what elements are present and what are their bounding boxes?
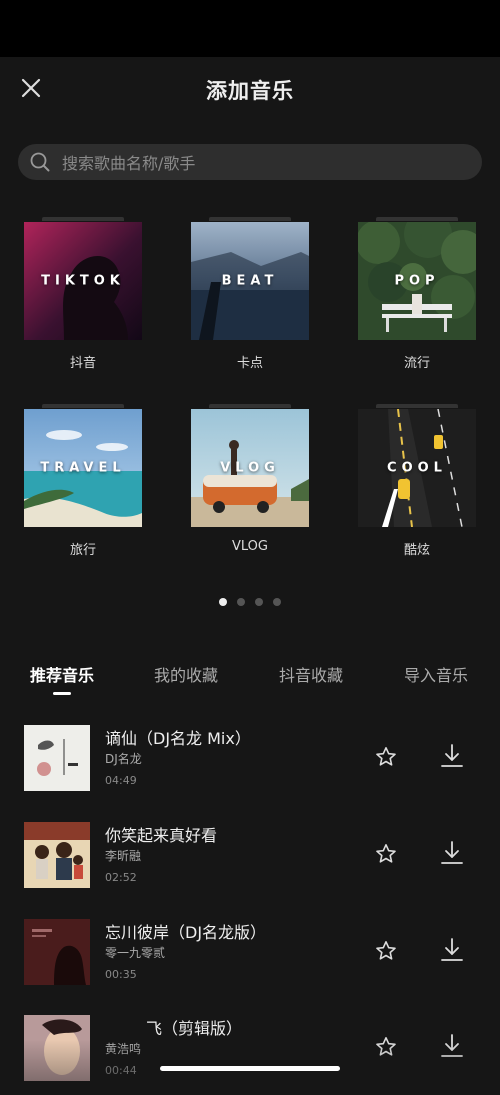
- category-vlog[interactable]: VLOG VLOG: [191, 404, 309, 554]
- song-cover: [24, 1015, 90, 1081]
- category-label: 流行: [403, 356, 430, 371]
- song-title: 你笑起来真好看: [105, 826, 218, 845]
- category-pop[interactable]: POP 流行: [358, 217, 476, 371]
- tab-import-music[interactable]: 导入音乐: [404, 662, 468, 686]
- song-title: 谪仙（DJ名龙 Mix）: [105, 729, 251, 748]
- favorite-button[interactable]: [374, 939, 398, 967]
- song-artist: 零一九零贰: [105, 946, 166, 960]
- category-overlay-text: POP: [394, 273, 440, 289]
- category-label: 酷炫: [403, 543, 430, 558]
- category-cover: TRAVEL: [24, 409, 142, 527]
- song-duration: 00:35: [105, 968, 137, 981]
- search-bar[interactable]: [18, 144, 482, 182]
- song-cover: [24, 725, 90, 791]
- song-artist: 黄浩鸣: [105, 1042, 142, 1056]
- tab-recommended[interactable]: 推荐音乐: [30, 662, 94, 686]
- favorite-button[interactable]: [374, 1035, 398, 1063]
- category-cool[interactable]: COOL 酷炫: [358, 404, 476, 558]
- search-input[interactable]: [60, 144, 464, 182]
- pagination-dot-2[interactable]: [237, 598, 245, 606]
- song-title: 飞（剪辑版）: [146, 1019, 243, 1038]
- category-overlay-text: VLOG: [220, 460, 280, 476]
- song-artist: DJ名龙: [105, 752, 142, 766]
- star-icon: [376, 1037, 396, 1056]
- song-duration: 04:49: [105, 774, 137, 787]
- category-label: 卡点: [236, 356, 263, 371]
- category-overlay-text: TIKTOK: [41, 273, 125, 289]
- star-icon: [376, 941, 396, 960]
- category-travel[interactable]: TRAVEL 旅行: [24, 404, 142, 558]
- song-row[interactable]: 谪仙（DJ名龙 Mix） DJ名龙 04:49: [0, 725, 500, 805]
- category-label: 抖音: [69, 356, 96, 371]
- song-cover: [24, 822, 90, 888]
- category-cover: TIKTOK: [24, 222, 142, 340]
- header: 添加音乐: [0, 57, 500, 121]
- status-bar: [0, 0, 500, 57]
- tab-douyin-favorites[interactable]: 抖音收藏: [279, 662, 343, 686]
- song-title: 忘川彼岸（DJ名龙版）: [105, 923, 267, 942]
- favorite-button[interactable]: [374, 842, 398, 870]
- song-duration: 02:52: [105, 871, 137, 884]
- category-cover: BEAT: [191, 222, 309, 340]
- tab-my-favorites[interactable]: 我的收藏: [154, 662, 218, 686]
- download-icon: [441, 938, 463, 961]
- song-row[interactable]: 忘川彼岸（DJ名龙版） 零一九零贰 00:35: [0, 919, 500, 999]
- stack-edge: [376, 404, 458, 408]
- download-button[interactable]: [440, 840, 464, 870]
- stack-edge: [209, 217, 291, 221]
- song-artist: 李昕融: [105, 849, 142, 863]
- category-overlay-text: COOL: [387, 460, 447, 476]
- music-tabs: 推荐音乐 我的收藏 抖音收藏 导入音乐: [0, 662, 500, 702]
- download-button[interactable]: [440, 743, 464, 773]
- favorite-button[interactable]: [374, 745, 398, 773]
- pagination-dot-1[interactable]: [219, 598, 227, 606]
- download-icon: [441, 744, 463, 767]
- song-row[interactable]: 你笑起来真好看 李昕融 02:52: [0, 822, 500, 902]
- category-tiktok[interactable]: TIKTOK 抖音: [24, 217, 142, 371]
- category-beat[interactable]: BEAT 卡点: [191, 217, 309, 371]
- pagination-dots: [0, 598, 500, 606]
- download-button[interactable]: [440, 937, 464, 967]
- category-cover: COOL: [358, 409, 476, 527]
- category-overlay-text: BEAT: [221, 273, 279, 289]
- download-icon: [441, 1034, 463, 1057]
- stack-edge: [42, 404, 124, 408]
- star-icon: [376, 747, 396, 766]
- star-icon: [376, 844, 396, 863]
- stack-edge: [376, 217, 458, 221]
- download-button[interactable]: [440, 1033, 464, 1063]
- stack-edge: [209, 404, 291, 408]
- category-cover: VLOG: [191, 409, 309, 527]
- home-indicator[interactable]: [160, 1066, 340, 1071]
- active-tab-indicator: [53, 692, 71, 695]
- category-label: VLOG: [232, 539, 268, 554]
- song-duration: 00:44: [105, 1064, 137, 1077]
- stack-edge: [42, 217, 124, 221]
- category-label: 旅行: [69, 543, 96, 558]
- category-cover: POP: [358, 222, 476, 340]
- pagination-dot-3[interactable]: [255, 598, 263, 606]
- category-overlay-text: TRAVEL: [40, 460, 126, 476]
- download-icon: [441, 841, 463, 864]
- search-icon: [30, 152, 50, 172]
- pagination-dot-4[interactable]: [273, 598, 281, 606]
- song-row[interactable]: 飞（剪辑版） 黄浩鸣 00:44: [0, 1015, 500, 1095]
- song-cover: [24, 919, 90, 985]
- page-title: 添加音乐: [206, 79, 294, 103]
